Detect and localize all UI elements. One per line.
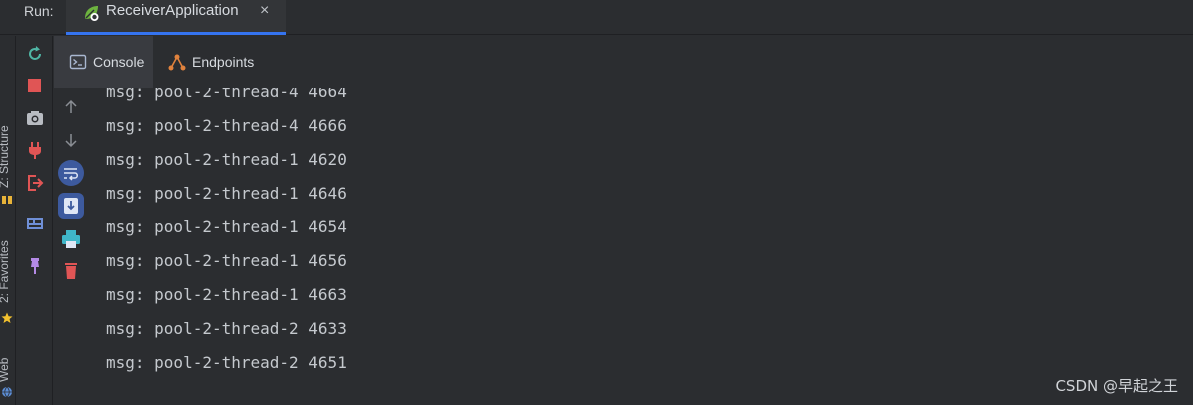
side-tab-structure[interactable]: Z: Structure: [0, 125, 11, 188]
side-tab-favorites[interactable]: 2: Favorites: [0, 240, 11, 303]
pin-icon[interactable]: [25, 256, 45, 276]
console-line: msg: pool-2-thread-1 4646: [106, 184, 347, 203]
tab-endpoints[interactable]: Endpoints: [154, 36, 264, 88]
arrow-up-icon[interactable]: [57, 93, 85, 121]
soft-wrap-icon[interactable]: [57, 159, 85, 187]
console-subtabs: Console Endpoints: [54, 36, 1193, 88]
print-icon[interactable]: [57, 225, 85, 253]
structure-icon: [2, 196, 12, 204]
layout-icon[interactable]: [25, 214, 45, 234]
exit-icon[interactable]: [25, 173, 45, 193]
run-label: Run:: [24, 3, 54, 19]
web-icon: [2, 386, 12, 398]
console-output[interactable]: msg: pool-2-thread-4 4664 msg: pool-2-th…: [88, 88, 1193, 405]
rerun-icon[interactable]: [25, 44, 45, 64]
spring-leaf-icon: [85, 6, 99, 21]
watermark: CSDN @早起之王: [1055, 377, 1178, 395]
console-line: msg: pool-2-thread-1 4663: [106, 285, 347, 304]
tool-window-strip: Z: Structure 2: Favorites Web: [0, 36, 16, 405]
plug-icon[interactable]: [25, 140, 45, 160]
stop-icon[interactable]: [25, 76, 45, 96]
camera-icon[interactable]: [25, 108, 45, 128]
tab-endpoints-label: Endpoints: [192, 54, 255, 70]
console-line: msg: pool-2-thread-1 4654: [106, 217, 347, 236]
run-toolbar: Run: ReceiverApplication ×: [0, 0, 1193, 35]
tab-receiver-application[interactable]: ReceiverApplication ×: [66, 0, 286, 35]
scroll-to-end-icon[interactable]: [57, 192, 85, 220]
console-actions-toolbar: [54, 88, 88, 405]
side-tab-web[interactable]: Web: [0, 358, 11, 382]
console-line: msg: pool-2-thread-2 4633: [106, 319, 347, 338]
star-icon: [1, 312, 13, 323]
tab-console[interactable]: Console: [54, 36, 153, 88]
endpoints-icon: [168, 54, 186, 71]
trash-icon[interactable]: [57, 257, 85, 285]
console-line: msg: pool-2-thread-1 4656: [106, 251, 347, 270]
console-line: msg: pool-2-thread-2 4651: [106, 353, 347, 372]
console-line: msg: pool-2-thread-4 4666: [106, 116, 347, 135]
run-actions-toolbar: [17, 36, 53, 405]
console-line: msg: pool-2-thread-4 4664: [106, 88, 347, 101]
console-line: msg: pool-2-thread-1 4620: [106, 150, 347, 169]
close-icon[interactable]: ×: [260, 2, 269, 20]
arrow-down-icon[interactable]: [57, 126, 85, 154]
tab-title: ReceiverApplication: [106, 2, 239, 19]
tab-console-label: Console: [93, 54, 145, 70]
console-icon: [69, 54, 87, 70]
